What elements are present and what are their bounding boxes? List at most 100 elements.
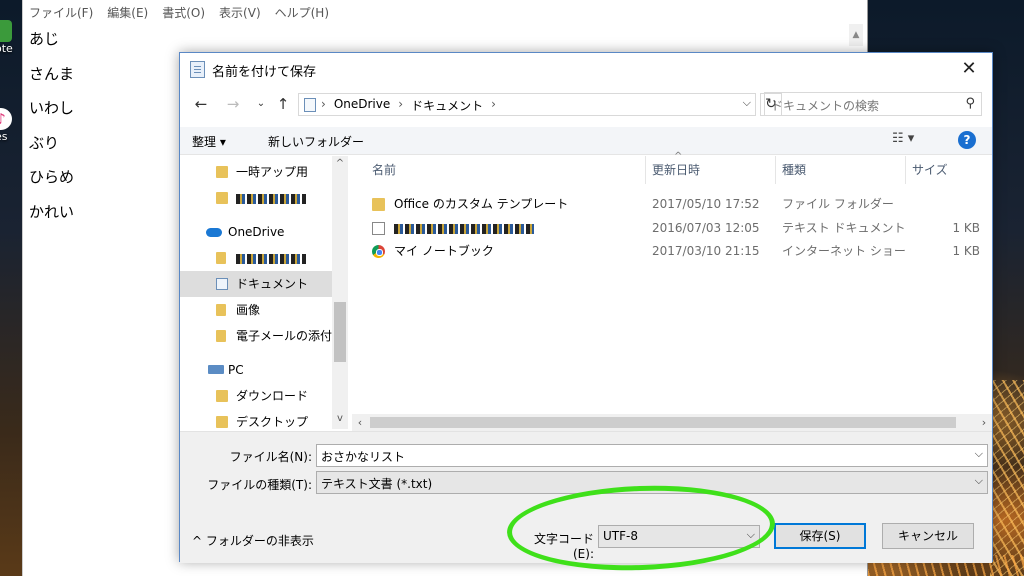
hide-folders-button[interactable]: ^ フォルダーの非表示 <box>192 532 314 549</box>
save-button[interactable]: 保存(S) <box>774 523 866 549</box>
file-type: ファイル フォルダー <box>782 197 894 211</box>
file-name: マイ ノートブック <box>394 244 494 258</box>
nav-item-onedrive[interactable]: OneDrive <box>180 219 332 245</box>
nav-item-pc[interactable]: PC <box>180 357 332 383</box>
navigation-bar: ← → ⌄ ↑ › OneDrive › ドキュメント › ⌵ ↻ ドキュメント… <box>180 89 992 119</box>
details-view-icon: ☷ <box>892 131 904 146</box>
back-button[interactable]: ← <box>190 93 212 115</box>
notepad-menubar: ファイル(F) 編集(E) 書式(O) 表示(V) ヘルプ(H) <box>23 0 867 24</box>
redacted-text <box>236 253 306 264</box>
chevron-left-icon[interactable]: ‹ <box>352 414 368 431</box>
desktop-icon-evernote[interactable]: note <box>0 20 24 55</box>
dialog-title: 名前を付けて保存 <box>212 65 317 80</box>
file-size: 1 KB <box>952 221 980 235</box>
file-row[interactable]: Office のカスタム テンプレート 2017/05/10 17:52 ファイ… <box>368 193 988 216</box>
column-header-size[interactable]: サイズ <box>906 156 986 184</box>
menu-help[interactable]: ヘルプ(H) <box>275 4 329 24</box>
up-button[interactable]: ↑ <box>272 93 294 115</box>
menu-edit[interactable]: 編集(E) <box>107 4 148 24</box>
notepad-scroll-up[interactable]: ▲ <box>849 24 863 46</box>
file-list-horizontal-scrollbar[interactable]: ‹ › <box>352 414 992 431</box>
file-row[interactable]: マイ ノートブック 2017/03/10 21:15 インターネット ショート.… <box>368 240 988 263</box>
cancel-button[interactable]: キャンセル <box>882 523 974 549</box>
itunes-icon: ♪ <box>0 108 12 130</box>
save-as-dialog: 名前を付けて保存 ✕ ← → ⌄ ↑ › OneDrive › ドキュメント ›… <box>179 52 993 563</box>
menu-file[interactable]: ファイル(F) <box>29 4 93 24</box>
search-placeholder: ドキュメントの検索 <box>771 99 880 113</box>
folder-icon <box>216 330 226 342</box>
recent-locations-button[interactable]: ⌄ <box>250 93 272 115</box>
navigation-pane: 一時アップ用 OneDrive ドキュメント 画像 電子メールの添付フ PC ダ… <box>180 156 348 429</box>
address-bar[interactable]: › OneDrive › ドキュメント › ⌵ <box>298 93 756 116</box>
filename-input[interactable]: おさかなリスト ⌵ <box>316 444 988 467</box>
column-header-type[interactable]: 種類 <box>776 156 906 184</box>
view-options-button[interactable]: ☷ ▾ <box>892 131 914 146</box>
command-toolbar: 整理 ▾ 新しいフォルダー ☷ ▾ ? <box>180 127 992 155</box>
file-name: Office のカスタム テンプレート <box>394 197 569 211</box>
desktop-folder-icon <box>216 416 228 428</box>
nav-pane-scrollbar[interactable]: ^ v <box>332 156 348 429</box>
chevron-right-icon[interactable]: › <box>398 97 403 114</box>
evernote-icon <box>0 20 12 42</box>
nav-item-label: 画像 <box>236 303 261 317</box>
new-folder-button[interactable]: 新しいフォルダー <box>268 133 364 150</box>
text-line: あじ <box>29 30 60 48</box>
scrollbar-thumb[interactable] <box>334 302 346 362</box>
chevron-down-icon[interactable]: ⌵ <box>975 447 983 461</box>
text-file-icon <box>372 222 385 235</box>
breadcrumb: › OneDrive › ドキュメント › <box>321 97 496 114</box>
close-button[interactable]: ✕ <box>946 53 992 85</box>
nav-item-downloads[interactable]: ダウンロード <box>180 383 332 409</box>
nav-item-redacted[interactable] <box>180 245 332 271</box>
nav-item-redacted[interactable] <box>180 185 332 211</box>
chevron-down-icon: ▾ <box>907 131 915 146</box>
file-modified: 2017/03/10 21:15 <box>652 244 760 258</box>
desktop-icon-label: nes <box>0 130 8 143</box>
chevron-up-icon: ▲ <box>852 30 860 40</box>
documents-folder-icon <box>216 278 228 290</box>
desktop-icon-itunes[interactable]: ♪ nes <box>0 108 24 143</box>
file-modified: 2017/05/10 17:52 <box>652 197 760 211</box>
chevron-right-icon[interactable]: › <box>976 414 992 431</box>
nav-item-desktop[interactable]: デスクトップ <box>180 409 332 429</box>
text-line: ひらめ <box>29 168 75 186</box>
nav-item-label: ダウンロード <box>236 389 309 403</box>
nav-item-label: 電子メールの添付フ <box>236 329 345 343</box>
filetype-label: ファイルの種類(T): <box>207 478 312 492</box>
help-button[interactable]: ? <box>958 131 976 149</box>
folder-sync-icon <box>216 166 228 178</box>
folder-icon <box>216 304 226 316</box>
menu-view[interactable]: 表示(V) <box>219 4 261 24</box>
file-name-redacted <box>394 217 534 240</box>
folder-icon <box>216 252 226 264</box>
breadcrumb-onedrive[interactable]: OneDrive <box>334 97 390 114</box>
nav-item-temp-upload[interactable]: 一時アップ用 <box>180 159 332 185</box>
nav-item-pictures[interactable]: 画像 <box>180 297 332 323</box>
notepad-file-icon <box>190 61 205 78</box>
nav-item-email-attachments[interactable]: 電子メールの添付フ <box>180 323 344 349</box>
dialog-titlebar[interactable]: 名前を付けて保存 ✕ <box>180 53 992 85</box>
menu-format[interactable]: 書式(O) <box>162 4 205 24</box>
chevron-right-icon: › <box>321 97 326 111</box>
text-line: さんま <box>29 64 75 83</box>
chevron-down-icon[interactable]: ⌵ <box>743 96 751 110</box>
notepad-text-area[interactable]: あじ さんま いわし ぶり ひらめ かれい <box>29 22 74 229</box>
breadcrumb-documents[interactable]: ドキュメント <box>411 97 483 114</box>
organize-button[interactable]: 整理 ▾ <box>192 133 226 150</box>
file-size: 1 KB <box>952 244 980 258</box>
forward-button[interactable]: → <box>222 93 244 115</box>
chevron-up-icon[interactable]: ^ <box>332 158 348 169</box>
redacted-label <box>236 185 306 211</box>
column-header-name[interactable]: 名前 <box>366 156 646 184</box>
nav-item-documents[interactable]: ドキュメント <box>180 271 332 297</box>
search-input[interactable]: ドキュメントの検索 ⚲ <box>764 92 982 116</box>
nav-item-label: デスクトップ <box>236 415 309 429</box>
column-header-modified[interactable]: 更新日時 <box>646 156 776 184</box>
folder-icon <box>372 198 385 211</box>
nav-item-label: PC <box>228 363 244 377</box>
chevron-down-icon[interactable]: v <box>332 413 348 424</box>
file-row[interactable]: 2016/07/03 12:05 テキスト ドキュメント 1 KB <box>368 217 988 240</box>
chevron-right-icon[interactable]: › <box>491 97 496 114</box>
scrollbar-thumb[interactable] <box>370 417 956 428</box>
text-line: かれい <box>29 202 75 221</box>
